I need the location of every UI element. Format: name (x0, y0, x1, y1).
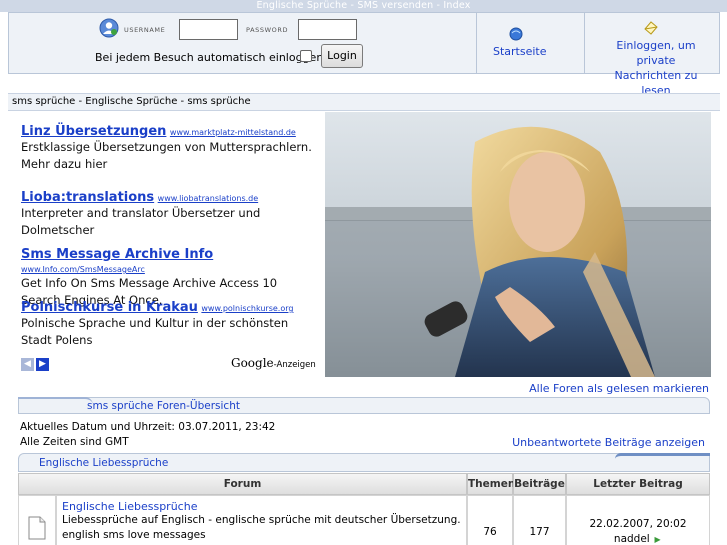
ad-url[interactable]: www.Info.com/SmsMessageArc (21, 265, 145, 274)
forum-cell: Englische Liebessprüche Liebessprüche au… (56, 495, 467, 545)
promo-photo (325, 112, 711, 377)
last-post-cell: 22.02.2007, 20:02 naddel ▶ (566, 495, 710, 545)
ad-text: Dolmetscher (21, 223, 95, 237)
unanswered-posts-link[interactable]: Unbeantwortete Beiträge anzeigen (512, 436, 705, 449)
ad-title[interactable]: Lioba:translations (21, 190, 154, 205)
forum-description: Liebessprüche auf Englisch - englische s… (62, 514, 461, 526)
ad-item: Sms Message Archive Info www.Info.com/Sm… (21, 247, 321, 307)
last-post-author[interactable]: naddel (614, 533, 650, 545)
overview-bar: sms sprüche Foren-Übersicht (18, 397, 710, 414)
tab-decoration (615, 453, 710, 459)
forum-name-link[interactable]: Englische Liebessprüche (62, 500, 461, 513)
home-icon (509, 27, 523, 41)
ad-title[interactable]: Polnischkurse in Krakau (21, 300, 198, 315)
ad-title[interactable]: Linz Übersetzungen (21, 124, 166, 139)
category-link[interactable]: Englische Liebessprüche (39, 457, 168, 469)
forum-description: english sms love messages (62, 529, 206, 541)
private-messages-line1: Einloggen, um private (616, 39, 696, 67)
window-title: Englische Sprüche - SMS versenden - Inde… (0, 0, 727, 12)
ad-text: Polnische Sprache und Kultur in der schö… (21, 316, 289, 330)
ad-url[interactable]: www.polnischkurse.org (201, 304, 293, 313)
current-datetime: Aktuelles Datum und Uhrzeit: 03.07.2011,… (20, 421, 276, 433)
tab-decoration (18, 397, 93, 405)
ad-text: Get Info On Sms Message Archive Access 1… (21, 276, 278, 290)
column-header-topics: Themen (467, 473, 515, 495)
ad-text: Stadt Polens (21, 333, 93, 347)
ad-item: Lioba:translations www.liobatranslations… (21, 190, 321, 247)
username-input[interactable] (179, 19, 238, 40)
login-button[interactable]: Login (321, 44, 363, 68)
column-header-last-post: Letzter Beitrag (566, 473, 710, 495)
google-ads-suffix: -Anzeigen (273, 360, 316, 370)
mark-all-read-link[interactable]: Alle Foren als gelesen markieren (529, 382, 709, 395)
last-post-author-line: naddel ▶ (567, 532, 709, 545)
user-icon (99, 18, 119, 38)
ad-list: Linz Übersetzungen www.marktplatz-mittel… (21, 124, 321, 355)
timezone-info: Alle Zeiten sind GMT (20, 436, 129, 448)
last-post-date: 22.02.2007, 20:02 (589, 518, 687, 530)
breadcrumb: sms sprüche - Englische Sprüche - sms sp… (8, 93, 720, 111)
divider (476, 13, 477, 73)
document-icon (28, 516, 46, 540)
category-bar: Englische Liebessprüche (18, 453, 710, 472)
ad-title[interactable]: Sms Message Archive Info (21, 247, 213, 262)
google-ads-label[interactable]: Google-Anzeigen (231, 356, 316, 370)
password-input[interactable] (298, 19, 357, 40)
private-messages-link[interactable]: Einloggen, um private Nachrichten zu les… (599, 38, 713, 98)
google-logo: Google (231, 356, 274, 370)
login-panel: USERNAME PASSWORD Bei jedem Besuch autom… (8, 12, 720, 97)
divider (584, 13, 585, 73)
ad-url[interactable]: www.marktplatz-mittelstand.de (170, 128, 296, 137)
password-label: PASSWORD (246, 26, 289, 34)
ad-text: Erstklassige Übersetzungen von Mutterspr… (21, 140, 312, 154)
envelope-icon (643, 21, 659, 35)
forum-overview-link[interactable]: sms sprüche Foren-Übersicht (87, 400, 240, 412)
ad-url[interactable]: www.liobatranslations.de (158, 194, 258, 203)
username-label: USERNAME (124, 26, 166, 34)
ad-item: Polnischkurse in Krakau www.polnischkurs… (21, 300, 321, 355)
column-header-posts: Beiträge (513, 473, 566, 495)
ad-item: Linz Übersetzungen www.marktplatz-mittel… (21, 124, 321, 190)
goto-post-icon[interactable]: ▶ (653, 532, 662, 544)
ad-text: Interpreter and translator Übersetzer un… (21, 206, 261, 220)
autologin-label: Bei jedem Besuch automatisch einloggen (95, 51, 324, 64)
forum-status-cell (18, 495, 56, 545)
posts-count: 177 (513, 495, 566, 545)
ad-text: Mehr dazu hier (21, 157, 108, 171)
column-header-forum: Forum (18, 473, 467, 495)
home-link[interactable]: Startseite (493, 45, 547, 58)
next-arrow-icon[interactable]: ▶ (36, 358, 49, 371)
topics-count: 76 (467, 495, 513, 545)
autologin-checkbox[interactable] (300, 50, 312, 62)
prev-arrow-icon[interactable]: ◀ (21, 358, 34, 371)
